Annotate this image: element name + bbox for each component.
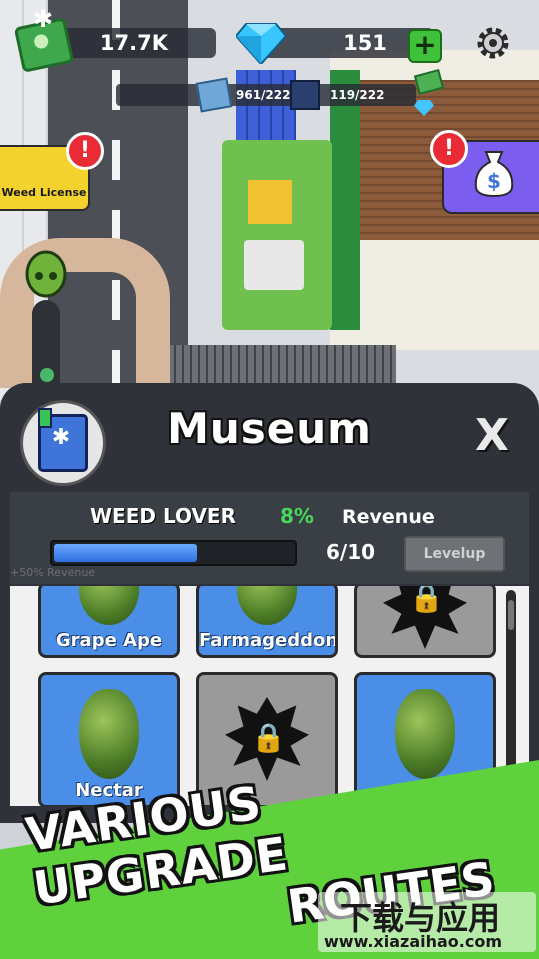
bag-alert-badge: !: [430, 130, 468, 168]
weed-bud-icon: [25, 250, 67, 298]
plant-crate-icon: [195, 77, 233, 113]
box-icon: [290, 80, 320, 110]
harvester-blade: [160, 345, 396, 385]
gear-icon[interactable]: [474, 24, 512, 62]
gold-cargo: [248, 180, 292, 224]
levelup-button[interactable]: Levelup: [404, 536, 505, 572]
conveyor-indicator: [40, 368, 54, 382]
resource-1-count: 961/222: [236, 88, 291, 102]
bud-image: [79, 586, 139, 625]
revenue-percent: 8%: [280, 504, 314, 528]
building-trim: [330, 70, 360, 330]
gem-value: 151: [343, 31, 387, 55]
level-progress-bar: [50, 540, 297, 566]
money-bag-icon: $: [474, 151, 514, 198]
bud-image: [79, 689, 139, 779]
license-alert-badge: !: [66, 132, 104, 170]
strain-label: Farmageddon: [199, 630, 338, 651]
svg-text:$: $: [487, 169, 501, 193]
strain-label: Grape Ape: [55, 630, 163, 651]
add-gems-button[interactable]: +: [408, 29, 442, 63]
leaf-icon: ✱: [32, 5, 54, 33]
cash-value: 17.7K: [99, 31, 168, 55]
diamond-icon: [236, 23, 286, 64]
progress-count: 6/10: [326, 540, 376, 564]
faint-revenue-text: +50% Revenue: [10, 566, 96, 579]
panel-title: Museum: [167, 404, 372, 453]
lock-icon: 🔒: [251, 721, 286, 754]
strain-card[interactable]: Nectar: [38, 672, 180, 806]
bud-image: [237, 586, 297, 625]
scrollbar-thumb[interactable]: [508, 600, 514, 630]
truck-cab: [244, 240, 304, 290]
watermark-url: www.xiazaihao.com: [324, 932, 502, 951]
revenue-label: Revenue: [342, 506, 435, 528]
weed-license-label: Weed License: [1, 186, 87, 199]
lock-icon: 🔒: [409, 586, 444, 614]
resource-2-count: 119/222: [330, 88, 385, 102]
level-progress-fill: [54, 544, 198, 562]
strain-card[interactable]: Grape Ape: [38, 586, 180, 658]
rank-label: WEED LOVER: [90, 504, 236, 528]
harvester-truck[interactable]: [222, 140, 332, 330]
locked-strain-card[interactable]: 🔒: [354, 586, 496, 658]
close-button[interactable]: X: [470, 414, 514, 458]
strain-card[interactable]: Farmageddon: [196, 586, 338, 658]
